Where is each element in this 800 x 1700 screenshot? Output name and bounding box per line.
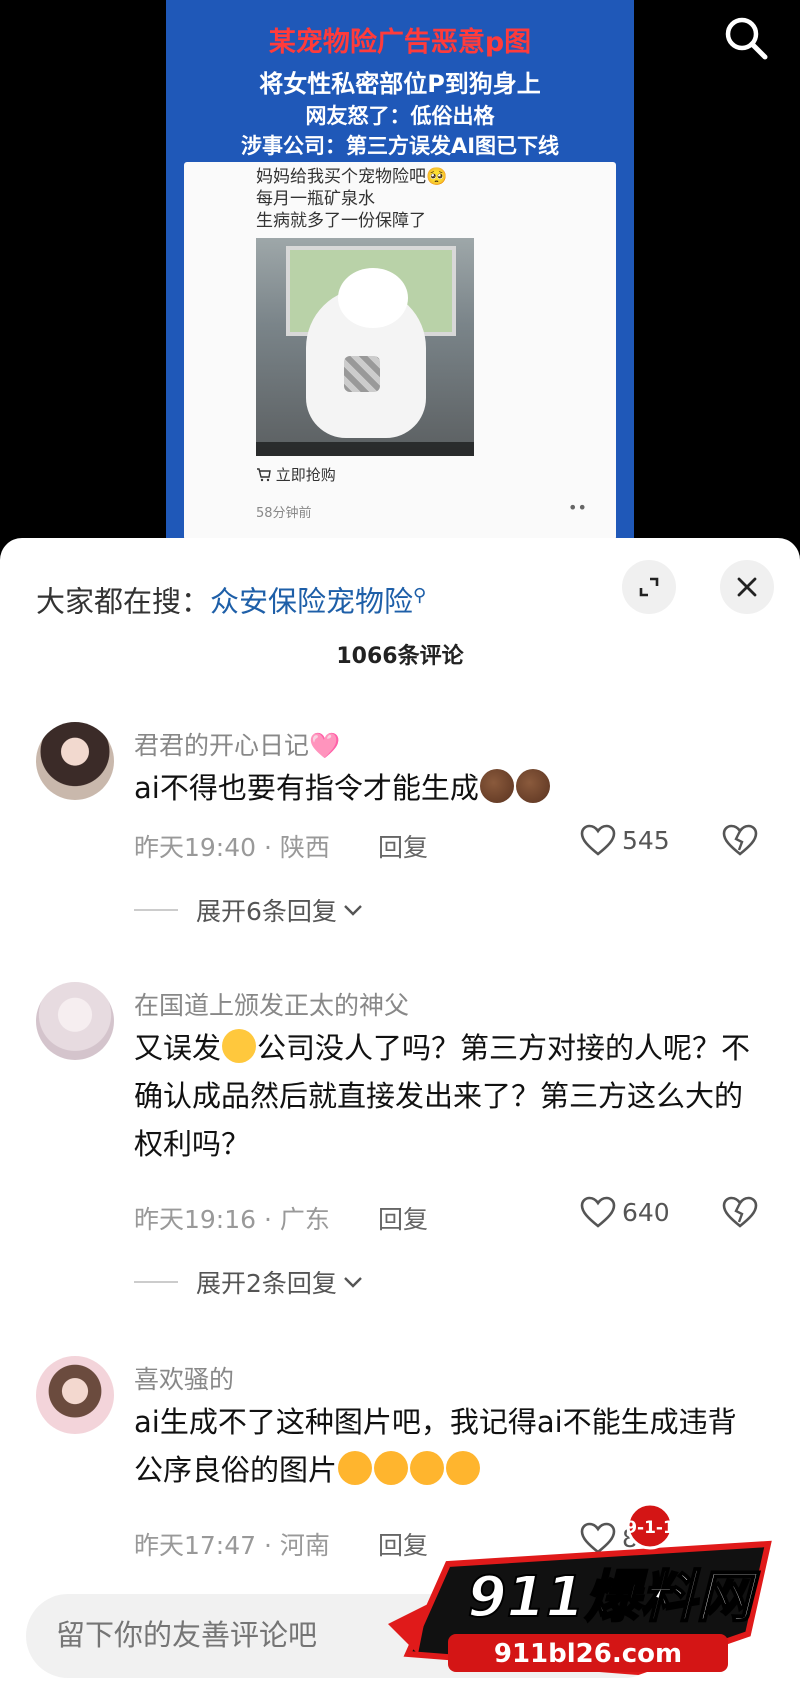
comment-input[interactable] <box>56 1594 433 1678</box>
avatar[interactable] <box>36 722 114 800</box>
divider-line <box>134 1281 178 1283</box>
emoji-icon <box>222 1029 257 1063</box>
emoji-icon <box>374 1451 409 1485</box>
watermark-brand: 911爆料网 <box>468 1565 761 1630</box>
comment-username[interactable]: 在国道上颁发正太的神父 <box>134 986 409 1022</box>
comment-meta: 昨天17:47 · 河南 <box>134 1531 330 1560</box>
headline-3: 网友怒了：低俗出格 <box>305 104 495 128</box>
comment-username[interactable]: 君君的开心日记🩷 <box>134 726 340 762</box>
small-search-icon: ⚲ <box>413 585 427 606</box>
divider-line <box>134 909 178 911</box>
comment-count: 1066条评论 <box>336 644 464 669</box>
headline-1: 某宠物险广告恶意p图 <box>268 27 532 58</box>
dislike-button[interactable] <box>722 824 758 860</box>
watermark-badge: 9-1-1 <box>625 1518 675 1538</box>
comment-meta: 昨天19:40 · 陕西 <box>134 833 330 862</box>
expand-button[interactable] <box>622 560 676 614</box>
like-button[interactable]: 640 <box>580 1196 670 1228</box>
comment-username[interactable]: 喜欢骚的 <box>134 1360 234 1396</box>
expand-replies[interactable]: 展开6条回复 <box>134 892 365 928</box>
like-count: 640 <box>622 1197 670 1227</box>
watermark-graphic: 9-1-1 911爆料网 911bl26.com <box>388 1502 772 1676</box>
like-button[interactable]: 545 <box>580 824 670 856</box>
buy-link: 立即抢购 <box>256 464 336 485</box>
broken-heart-icon <box>722 1196 758 1228</box>
like-count: 545 <box>622 825 670 855</box>
close-icon <box>737 577 757 597</box>
comment-text: 又误发 公司没人了吗？第三方对接的人呢？不确认成品然后就直接发出来了？第三方这么大… <box>134 1024 764 1168</box>
buy-label: 立即抢购 <box>275 466 336 484</box>
headline-4: 涉事公司：第三方误发AI图已下线 <box>240 134 560 158</box>
heart-icon <box>580 1196 616 1228</box>
broken-heart-icon <box>722 824 758 856</box>
dislike-button[interactable] <box>722 1196 758 1232</box>
reply-button[interactable]: 回复 <box>378 828 428 864</box>
comment-text-body: ai不得也要有指令才能生成 <box>134 771 479 805</box>
chevron-down-icon <box>344 905 362 916</box>
video-poster: 某宠物险广告恶意p图 将女性私密部位P到狗身上 网友怒了：低俗出格 涉事公司：第… <box>166 0 634 540</box>
card-line-3: 生病就多了一份保障了 <box>256 211 426 231</box>
search-icon <box>725 17 768 60</box>
emoji-icon <box>446 1451 481 1485</box>
emoji-icon <box>515 769 550 803</box>
mosaic-blur <box>344 356 380 392</box>
avatar[interactable] <box>36 1356 114 1434</box>
comment-text: ai生成不了这种图片吧，我记得ai不能生成违背公序良俗的图片 <box>134 1398 764 1494</box>
expand-icon <box>639 577 659 597</box>
expand-replies-label: 展开2条回复 <box>196 1269 337 1298</box>
trending-search-term[interactable]: 众安保险宠物险 <box>210 585 413 619</box>
reply-button[interactable]: 回复 <box>378 1200 428 1236</box>
comment-text-part-1: 又误发 <box>134 1031 222 1065</box>
emoji-icon <box>479 769 514 803</box>
watermark-url: 911bl26.com <box>494 1639 682 1669</box>
heart-icon <box>580 824 616 856</box>
ad-card: 妈妈给我买个宠物险吧🥺 每月一瓶矿泉水 生病就多了一份保障了 立即抢购 58分钟… <box>184 162 616 540</box>
comment-meta: 昨天19:16 · 广东 <box>134 1205 330 1234</box>
post-time: 58分钟前 <box>256 506 312 521</box>
search-button[interactable] <box>722 14 770 62</box>
expand-replies[interactable]: 展开2条回复 <box>134 1264 365 1300</box>
avatar[interactable] <box>36 982 114 1060</box>
headline-2: 将女性私密部位P到狗身上 <box>259 70 541 98</box>
trending-search-label: 大家都在搜： <box>36 584 211 619</box>
dog-photo <box>256 238 474 456</box>
expand-replies-label: 展开6条回复 <box>196 897 337 926</box>
more-dots: •• <box>568 498 587 517</box>
close-button[interactable] <box>720 560 774 614</box>
video-player[interactable]: 某宠物险广告恶意p图 将女性私密部位P到狗身上 网友怒了：低俗出格 涉事公司：第… <box>0 0 800 545</box>
trending-search[interactable]: 大家都在搜：众安保险宠物险⚲ <box>36 574 427 619</box>
cart-icon <box>257 468 271 482</box>
emoji-icon <box>338 1451 373 1485</box>
watermark-logo: 9-1-1 911爆料网 911bl26.com <box>388 1502 788 1680</box>
emoji-icon <box>410 1451 445 1485</box>
chevron-down-icon <box>344 1277 362 1288</box>
comment-text: ai不得也要有指令才能生成 <box>134 764 764 812</box>
